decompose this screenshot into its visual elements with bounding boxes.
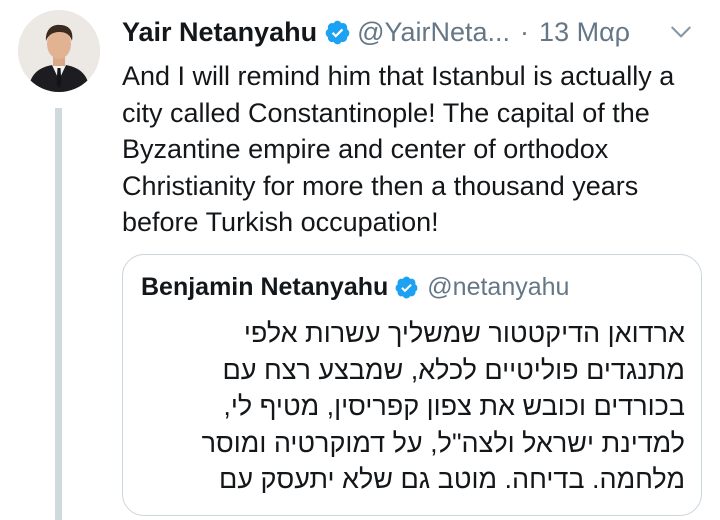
- quoted-tweet-card[interactable]: Benjamin Netanyahu @netanyahu ארדואן הדי…: [122, 254, 702, 516]
- tweet[interactable]: Yair Netanyahu @YairNeta... · 13 Μαρ And…: [0, 0, 720, 520]
- avatar-photo: [18, 10, 100, 92]
- verified-badge-icon: [325, 20, 350, 44]
- author-handle[interactable]: @YairNeta...: [357, 17, 510, 48]
- quoted-tweet-header: Benjamin Netanyahu @netanyahu: [141, 273, 569, 302]
- chevron-down-icon[interactable]: [668, 19, 694, 45]
- verified-badge-icon: [395, 276, 418, 299]
- thread-line: [55, 108, 62, 520]
- quoted-tweet-text: ארדואן הדיקטטור שמשליך עשרות אלפי מתנגדי…: [201, 318, 685, 494]
- author-display-name[interactable]: Yair Netanyahu: [122, 17, 317, 48]
- tweet-header: Yair Netanyahu @YairNeta... · 13 Μαρ: [122, 12, 712, 52]
- quoted-author-handle: @netanyahu: [427, 273, 570, 301]
- quoted-author-display-name: Benjamin Netanyahu: [141, 273, 389, 301]
- separator-dot: ·: [520, 16, 530, 47]
- avatar[interactable]: [18, 10, 100, 92]
- timestamp[interactable]: 13 Μαρ: [539, 17, 630, 48]
- tweet-text: And I will remind him that Istanbul is a…: [122, 61, 675, 237]
